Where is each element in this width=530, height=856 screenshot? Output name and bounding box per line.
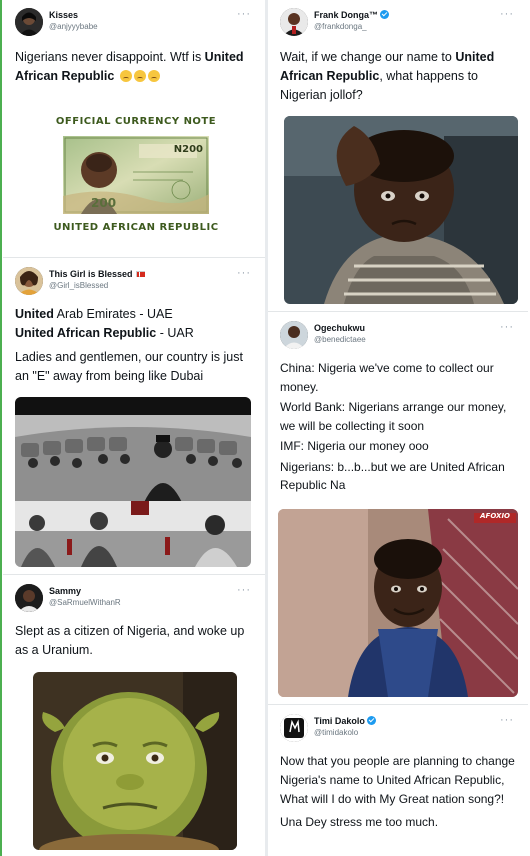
user-handle[interactable]: @Girl_isBlessed [49,281,108,290]
banknote: N200 200 [63,136,209,214]
tweet-paragraph: China: Nigeria we've come to collect our… [280,361,494,394]
tweet-text: Wait, if we change our name to United Af… [280,50,495,102]
tweet-text: Nigerians never disappoint. Wtf is Unite… [15,50,244,83]
display-name[interactable]: Ogechukwu [314,323,365,333]
avatar[interactable] [280,8,308,36]
user-handle[interactable]: @timidakolo [314,728,358,737]
verified-badge-icon [366,716,376,725]
tweet-header: Ogechukwu @benedictaee ··· [280,321,520,351]
tweet-text: China: Nigeria we've come to collect our… [280,359,520,495]
tweet-text: United Arab Emirates - UAE United Africa… [15,305,257,386]
disappointed-relieved-emoji [147,70,160,82]
more-options-icon[interactable]: ··· [500,714,514,726]
tweet-paragraph: World Bank: Nigerians arrange our money,… [280,400,507,433]
avatar[interactable] [15,8,43,36]
tweet-line: United Arab Emirates - UAE [15,307,173,321]
canada-flag-icon [135,271,145,277]
tweet-paragraph: Nigerians: b...b...but we are United Afr… [280,459,505,493]
tweet-header: Frank Donga™ @frankdonga_ ··· [280,8,520,38]
image-top-caption: OFFICIAL CURRENCY NOTE [55,116,217,127]
user-handle[interactable]: @anjyyybabe [49,22,98,31]
tweet-this-girl-is-blessed[interactable]: This Girl is Blessed @Girl_isBlessed ···… [3,259,265,575]
tweet-header: Timi Dakolo @timidakolo ··· [280,714,520,744]
avatar[interactable] [280,321,308,349]
verified-badge-icon [380,10,390,19]
image-bottom-caption: UNITED AFRICAN REPUBLIC [53,222,219,233]
tweet-image-currency-note[interactable]: OFFICIAL CURRENCY NOTE N200 200 UNITED A… [15,108,257,242]
more-options-icon[interactable]: ··· [237,584,251,596]
tweet-header: Kisses @anjyyybabe ··· [15,8,257,38]
more-options-icon[interactable]: ··· [500,8,514,20]
tweet-ogechukwu[interactable]: Ogechukwu @benedictaee ··· China: Nigeri… [268,313,528,705]
tweet-image-shrek[interactable] [33,672,237,850]
disappointed-relieved-emoji [133,70,146,82]
user-handle[interactable]: @frankdonga_ [314,22,367,31]
avatar[interactable] [15,267,43,295]
display-name[interactable]: This Girl is Blessed [49,269,145,279]
display-name[interactable]: Kisses [49,10,78,20]
tweet-text: Now that you people are planning to chan… [280,752,520,832]
tweet-frank-donga[interactable]: Frank Donga™ @frankdonga_ ··· Wait, if w… [268,0,528,312]
tweet-paragraph: Now that you people are planning to chan… [280,754,515,806]
display-name[interactable]: Timi Dakolo [314,716,376,726]
tweet-image-parliament[interactable] [15,397,251,567]
avatar[interactable] [15,584,43,612]
more-options-icon[interactable]: ··· [237,8,251,20]
tweet-kisses[interactable]: Kisses @anjyyybabe ··· Nigerians never d… [3,0,265,258]
tweet-line: Ladies and gentlemen, our country is jus… [15,350,243,383]
image-watermark: AFOXIO [480,512,510,520]
note-value: 200 [91,196,117,210]
thinking-boy-photo [284,116,518,304]
note-label: N200 [173,144,203,155]
tweet-line: United African Republic - UAR [15,326,194,340]
more-options-icon[interactable]: ··· [500,321,514,333]
display-name[interactable]: Sammy [49,586,81,596]
user-handle[interactable]: @SaRmuelWithanR [49,598,121,607]
left-accent-bar [0,0,2,856]
disappointed-relieved-emoji [119,70,132,82]
tweet-paragraph: Una Dey stress me too much. [280,815,439,829]
tweet-image-smiling-boy[interactable]: AFOXIO [278,509,518,697]
shrek-photo [33,672,237,850]
tweet-image-thinking-boy[interactable] [284,116,518,304]
tweet-paragraph: IMF: Nigeria our money ooo [280,439,429,453]
display-name[interactable]: Frank Donga™ [314,10,390,20]
tweet-sammy[interactable]: Sammy @SaRmuelWithanR ··· Slept as a cit… [3,576,265,856]
tweet-timi-dakolo[interactable]: Timi Dakolo @timidakolo ··· Now that you… [268,706,528,856]
more-options-icon[interactable]: ··· [237,267,251,279]
tweet-header: Sammy @SaRmuelWithanR ··· [15,584,257,614]
tweet-text: Slept as a citizen of Nigeria, and woke … [15,624,245,657]
parliament-photo [15,397,251,567]
avatar[interactable] [280,714,308,742]
tweet-header: This Girl is Blessed @Girl_isBlessed ··· [15,267,257,297]
smiling-boy-photo [278,509,518,697]
user-handle[interactable]: @benedictaee [314,335,366,344]
